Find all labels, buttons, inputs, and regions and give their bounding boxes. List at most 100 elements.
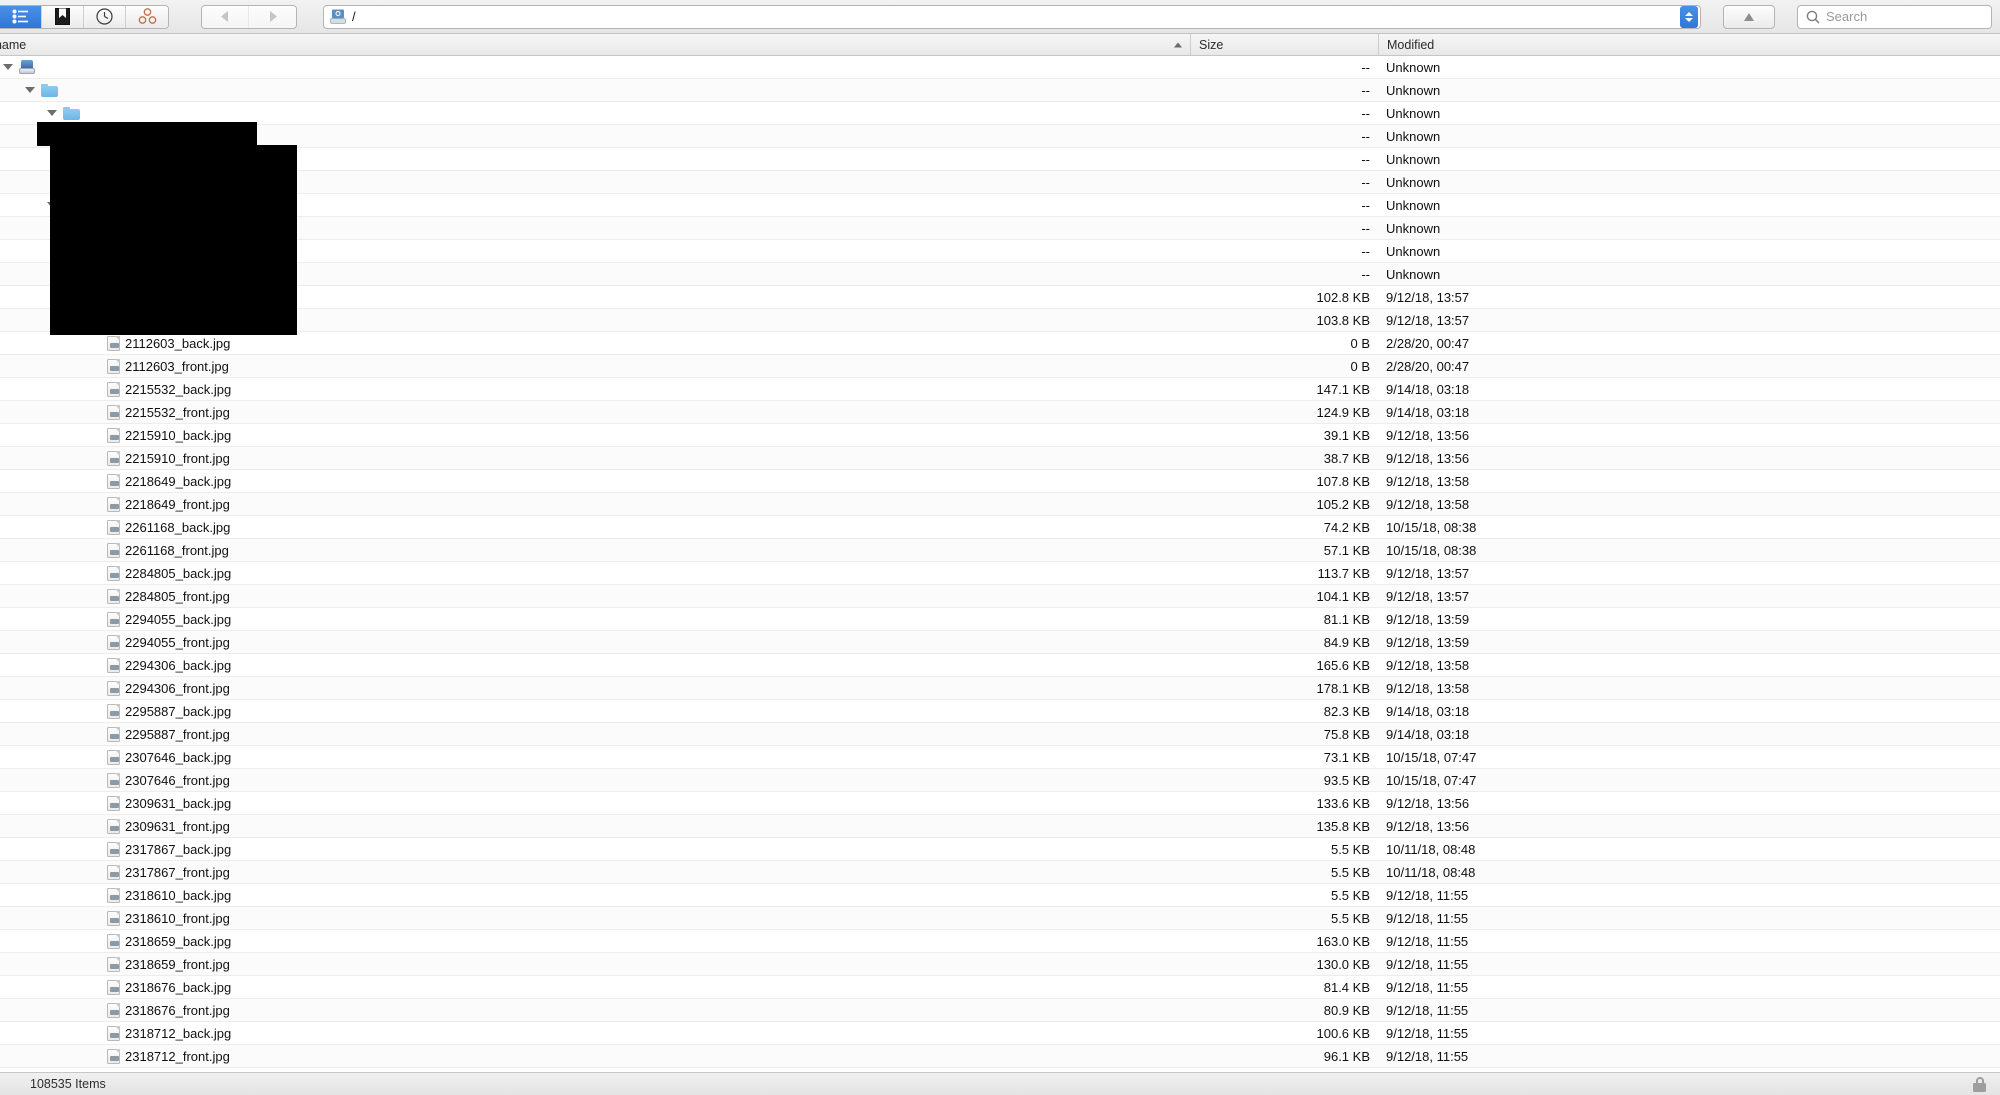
- file-name-cell[interactable]: 2215910_front.jpg: [0, 447, 1190, 469]
- file-name-cell[interactable]: [0, 56, 1190, 78]
- column-header-size[interactable]: Size: [1190, 34, 1378, 55]
- file-name-cell[interactable]: 2261168_front.jpg: [0, 539, 1190, 561]
- table-row[interactable]: -- Unknown: [0, 125, 2000, 148]
- file-name-cell[interactable]: 2218649_front.jpg: [0, 493, 1190, 515]
- table-row[interactable]: 2318610_back.jpg 5.5 KB 9/12/18, 11:55: [0, 884, 2000, 907]
- table-row[interactable]: -- Unknown: [0, 148, 2000, 171]
- file-name-cell[interactable]: 2215532_front.jpg: [0, 401, 1190, 423]
- table-row[interactable]: 2318659_front.jpg 130.0 KB 9/12/18, 11:55: [0, 953, 2000, 976]
- file-name-label: 2215910_front.jpg: [125, 450, 230, 466]
- file-name-cell[interactable]: 2284805_front.jpg: [0, 585, 1190, 607]
- file-name-cell[interactable]: 2112603_back.jpg: [0, 332, 1190, 354]
- table-row[interactable]: -- Unknown: [0, 171, 2000, 194]
- table-row[interactable]: 2318712_back.jpg 100.6 KB 9/12/18, 11:55: [0, 1022, 2000, 1045]
- table-row[interactable]: 2318610_front.jpg 5.5 KB 9/12/18, 11:55: [0, 907, 2000, 930]
- file-name-cell[interactable]: 2215910_back.jpg: [0, 424, 1190, 446]
- forward-button[interactable]: [249, 5, 296, 28]
- table-row[interactable]: 2284805_front.jpg 104.1 KB 9/12/18, 13:57: [0, 585, 2000, 608]
- navigation-segmented-control[interactable]: [201, 4, 297, 29]
- search-field[interactable]: Search: [1797, 4, 1992, 29]
- path-stepper[interactable]: [1680, 5, 1698, 28]
- file-name-cell[interactable]: 2294306_front.jpg: [0, 677, 1190, 699]
- file-name-cell[interactable]: 2112603_front.jpg: [0, 355, 1190, 377]
- file-name-cell[interactable]: 2318676_front.jpg: [0, 999, 1190, 1021]
- file-name-cell[interactable]: 2318610_back.jpg: [0, 884, 1190, 906]
- table-row[interactable]: -- Unknown: [0, 79, 2000, 102]
- file-name-cell[interactable]: 2307646_back.jpg: [0, 746, 1190, 768]
- browse-icon-button[interactable]: [0, 5, 42, 28]
- table-row[interactable]: 2307646_front.jpg 93.5 KB 10/15/18, 07:47: [0, 769, 2000, 792]
- table-row[interactable]: 2218649_front.jpg 105.2 KB 9/12/18, 13:58: [0, 493, 2000, 516]
- table-row[interactable]: 2318676_front.jpg 80.9 KB 9/12/18, 11:55: [0, 999, 2000, 1022]
- column-header-modified[interactable]: Modified: [1378, 34, 2000, 55]
- recent-clock-icon-button[interactable]: [84, 5, 126, 28]
- disclosure-triangle-open-icon[interactable]: [3, 64, 19, 70]
- file-name-cell[interactable]: 2318676_back.jpg: [0, 976, 1190, 998]
- table-row[interactable]: 2215532_front.jpg 124.9 KB 9/14/18, 03:18: [0, 401, 2000, 424]
- back-button[interactable]: [202, 5, 249, 28]
- table-row[interactable]: -- Unknown: [0, 240, 2000, 263]
- disclosure-triangle-open-icon[interactable]: [47, 110, 63, 116]
- file-name-cell[interactable]: 2295887_front.jpg: [0, 723, 1190, 745]
- table-row[interactable]: 2087245_back.jpg102.8 KB9/12/18, 13:57: [0, 286, 2000, 309]
- shared-network-icon-button[interactable]: [126, 5, 168, 28]
- table-row[interactable]: 2215532_back.jpg 147.1 KB 9/14/18, 03:18: [0, 378, 2000, 401]
- file-name-cell[interactable]: 2317867_back.jpg: [0, 838, 1190, 860]
- file-name-cell[interactable]: 2307646_front.jpg: [0, 769, 1190, 791]
- table-row[interactable]: 2261168_back.jpg 74.2 KB 10/15/18, 08:38: [0, 516, 2000, 539]
- table-row[interactable]: 2294306_back.jpg 165.6 KB 9/12/18, 13:58: [0, 654, 2000, 677]
- table-row[interactable]: 2317867_front.jpg 5.5 KB 10/11/18, 08:48: [0, 861, 2000, 884]
- table-row[interactable]: 2318676_back.jpg 81.4 KB 9/12/18, 11:55: [0, 976, 2000, 999]
- file-name-cell[interactable]: 2218649_back.jpg: [0, 470, 1190, 492]
- file-name-cell[interactable]: 2294306_back.jpg: [0, 654, 1190, 676]
- table-row[interactable]: 2215910_front.jpg 38.7 KB 9/12/18, 13:56: [0, 447, 2000, 470]
- table-row[interactable]: DriverLicence--Unknown: [0, 263, 2000, 286]
- table-row[interactable]: -- Unknown: [0, 194, 2000, 217]
- file-name-cell[interactable]: 2318659_back.jpg: [0, 930, 1190, 952]
- file-name-cell[interactable]: 2215532_back.jpg: [0, 378, 1190, 400]
- lock-icon[interactable]: [1973, 1076, 1986, 1092]
- table-row[interactable]: 2309631_back.jpg 133.6 KB 9/12/18, 13:56: [0, 792, 2000, 815]
- file-name-cell[interactable]: [0, 102, 1190, 124]
- table-row[interactable]: 2294055_front.jpg 84.9 KB 9/12/18, 13:59: [0, 631, 2000, 654]
- table-row[interactable]: 2218649_back.jpg 107.8 KB 9/12/18, 13:58: [0, 470, 2000, 493]
- table-row[interactable]: -- Unknown: [0, 102, 2000, 125]
- bookmarks-icon-button[interactable]: [42, 5, 84, 28]
- table-row[interactable]: -- Unknown: [0, 217, 2000, 240]
- file-name-cell[interactable]: 2318659_front.jpg: [0, 953, 1190, 975]
- path-field[interactable]: /: [323, 4, 1701, 29]
- go-up-button[interactable]: [1723, 4, 1775, 29]
- file-name-cell[interactable]: 2284805_back.jpg: [0, 562, 1190, 584]
- table-row[interactable]: 2294055_back.jpg 81.1 KB 9/12/18, 13:59: [0, 608, 2000, 631]
- table-row[interactable]: 2261168_front.jpg 57.1 KB 10/15/18, 08:38: [0, 539, 2000, 562]
- table-row[interactable]: 2295887_back.jpg 82.3 KB 9/14/18, 03:18: [0, 700, 2000, 723]
- file-name-cell[interactable]: 2317867_front.jpg: [0, 861, 1190, 883]
- table-row[interactable]: 2087245_front.jpg103.8 KB9/12/18, 13:57: [0, 309, 2000, 332]
- file-list[interactable]: -- Unknown -- Unknown -- Unknown -- Unknown -- Un…: [0, 56, 2000, 1072]
- table-row[interactable]: 2112603_back.jpg 0 B 2/28/20, 00:47: [0, 332, 2000, 355]
- view-mode-segmented-control[interactable]: [0, 4, 169, 29]
- table-row[interactable]: 2318659_back.jpg 163.0 KB 9/12/18, 11:55: [0, 930, 2000, 953]
- file-name-cell[interactable]: 2309631_back.jpg: [0, 792, 1190, 814]
- file-name-cell[interactable]: 2261168_back.jpg: [0, 516, 1190, 538]
- file-name-cell[interactable]: 2294055_back.jpg: [0, 608, 1190, 630]
- table-row[interactable]: 2284805_back.jpg 113.7 KB 9/12/18, 13:57: [0, 562, 2000, 585]
- table-row[interactable]: 2295887_front.jpg 75.8 KB 9/14/18, 03:18: [0, 723, 2000, 746]
- table-row[interactable]: 2112603_front.jpg 0 B 2/28/20, 00:47: [0, 355, 2000, 378]
- table-row[interactable]: 2215910_back.jpg 39.1 KB 9/12/18, 13:56: [0, 424, 2000, 447]
- table-row[interactable]: 2294306_front.jpg 178.1 KB 9/12/18, 13:58: [0, 677, 2000, 700]
- disclosure-triangle-open-icon[interactable]: [25, 87, 41, 93]
- table-row[interactable]: 2309631_front.jpg 135.8 KB 9/12/18, 13:56: [0, 815, 2000, 838]
- file-modified-cell: 9/12/18, 13:58: [1386, 473, 1470, 489]
- file-name-cell[interactable]: 2294055_front.jpg: [0, 631, 1190, 653]
- table-row[interactable]: 2317867_back.jpg 5.5 KB 10/11/18, 08:48: [0, 838, 2000, 861]
- file-name-cell[interactable]: 2295887_back.jpg: [0, 700, 1190, 722]
- file-name-cell[interactable]: 2318610_front.jpg: [0, 907, 1190, 929]
- table-row[interactable]: -- Unknown: [0, 56, 2000, 79]
- file-name-cell[interactable]: 2309631_front.jpg: [0, 815, 1190, 837]
- file-name-cell[interactable]: [0, 79, 1190, 101]
- file-name-cell[interactable]: 2318712_front.jpg: [0, 1045, 1190, 1067]
- table-row[interactable]: 2318712_front.jpg 96.1 KB 9/12/18, 11:55: [0, 1045, 2000, 1068]
- table-row[interactable]: 2307646_back.jpg 73.1 KB 10/15/18, 07:47: [0, 746, 2000, 769]
- file-name-cell[interactable]: 2318712_back.jpg: [0, 1022, 1190, 1044]
